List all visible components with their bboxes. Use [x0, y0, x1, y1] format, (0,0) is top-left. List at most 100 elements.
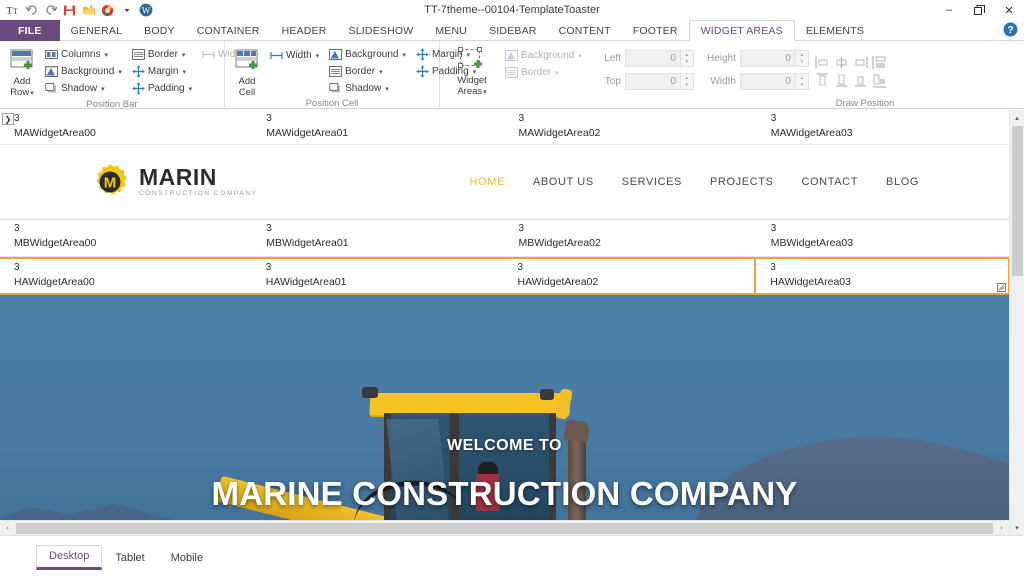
width-spin-down-icon[interactable]: ▾	[796, 82, 808, 90]
margin-caret-icon-bar[interactable]: ▾	[182, 68, 186, 76]
ribbon-tab-container[interactable]: CONTAINER	[186, 20, 271, 41]
top-spin-down-icon[interactable]: ▾	[681, 82, 693, 90]
undo-icon[interactable]	[23, 2, 40, 19]
background-button-bar[interactable]: Background ▾	[42, 63, 125, 80]
nav-item-projects[interactable]: PROJECTS	[710, 176, 773, 188]
border-button-cell[interactable]: Border ▾	[326, 63, 409, 80]
ribbon-tab-slideshow[interactable]: SLIDESHOW	[338, 20, 425, 41]
resize-handle-icon[interactable]	[997, 283, 1006, 292]
background-caret-icon-bar[interactable]: ▾	[118, 68, 122, 76]
device-tab-tablet[interactable]: Tablet	[102, 547, 157, 570]
height-spinner[interactable]: ▴ ▾	[795, 50, 809, 67]
shadow-button-cell[interactable]: Shadow ▾	[326, 80, 409, 97]
columns-button[interactable]: Columns ▾	[42, 46, 125, 63]
width-button-cell[interactable]: Width ▾	[267, 47, 322, 64]
redo-icon[interactable]	[42, 2, 59, 19]
widget-area-hawidgetarea03[interactable]: 3 HAWidgetArea03	[754, 257, 1009, 295]
ribbon-tab-elements[interactable]: ELEMENTS	[795, 20, 875, 41]
wordpress-icon[interactable]: W	[137, 2, 154, 19]
panel-expander-button[interactable]: ❯	[2, 113, 14, 125]
scroll-down-button[interactable]: ▾	[1010, 520, 1024, 535]
top-spin-up-icon[interactable]: ▴	[681, 74, 693, 82]
dropdown-caret-icon[interactable]	[118, 2, 135, 19]
nav-item-contact[interactable]: CONTACT	[801, 176, 858, 188]
background-button-cell[interactable]: Background ▾	[326, 46, 409, 63]
nav-item-blog[interactable]: BLOG	[886, 176, 919, 188]
restore-button[interactable]	[964, 0, 994, 20]
widget-area-hawidgetarea02[interactable]: 3 HAWidgetArea02	[504, 259, 756, 293]
padding-caret-icon-bar[interactable]: ▾	[189, 85, 193, 93]
ribbon-tab-general[interactable]: GENERAL	[60, 20, 134, 41]
scroll-right-button[interactable]: ›	[994, 521, 1009, 536]
border-caret-icon-cell[interactable]: ▾	[379, 68, 383, 76]
widget-area-mbwidgetarea03[interactable]: 3 MBWidgetArea03	[757, 220, 1009, 256]
widget-areas-caret-icon[interactable]: ▾	[483, 89, 487, 96]
border-button-bar[interactable]: Border ▾	[129, 46, 195, 63]
save-icon[interactable]	[61, 2, 78, 19]
add-row-button[interactable]: Add Row▾	[6, 46, 38, 99]
site-header-preview[interactable]: M MARIN CONSTRUCTION COMPANY HOME ABOUT …	[0, 145, 1009, 219]
site-logo[interactable]: M MARIN CONSTRUCTION COMPANY	[90, 162, 258, 202]
padding-button-bar[interactable]: Padding ▾	[129, 80, 195, 97]
height-spin-down-icon[interactable]: ▾	[796, 59, 808, 67]
ribbon-tab-footer[interactable]: FOOTER	[622, 20, 689, 41]
top-spinner[interactable]: ▴ ▾	[680, 73, 694, 90]
nav-item-about-us[interactable]: ABOUT US	[533, 176, 594, 188]
vertical-scroll-thumb[interactable]	[1011, 126, 1023, 276]
widget-areas-button[interactable]: Widget Areas▾	[446, 45, 498, 98]
left-input[interactable]: 0	[624, 50, 681, 67]
scroll-up-button[interactable]: ▴	[1010, 110, 1024, 125]
widget-area-name: MBWidgetArea02	[518, 237, 601, 249]
left-spin-up-icon[interactable]: ▴	[681, 51, 693, 59]
widget-area-mbwidgetarea01[interactable]: 3 MBWidgetArea01	[252, 220, 504, 256]
widget-area-mawidgetarea02[interactable]: 3 MAWidgetArea02	[505, 110, 757, 144]
nav-item-home[interactable]: HOME	[470, 176, 505, 188]
ribbon-tab-widget-areas[interactable]: WIDGET AREAS	[688, 20, 795, 41]
device-tab-desktop[interactable]: Desktop	[36, 545, 103, 570]
text-tool-icon[interactable]: TT	[4, 2, 21, 19]
widget-area-mbwidgetarea02[interactable]: 3 MBWidgetArea02	[505, 220, 757, 256]
hero-slideshow-preview[interactable]: WELCOME TO MARINE CONSTRUCTION COMPANY	[0, 295, 1009, 520]
height-spin-up-icon[interactable]: ▴	[796, 51, 808, 59]
ribbon-tab-file[interactable]: FILE	[0, 20, 60, 41]
left-spin-down-icon[interactable]: ▾	[681, 59, 693, 67]
horizontal-scroll-thumb[interactable]	[16, 522, 993, 534]
width-spin-up-icon[interactable]: ▴	[796, 74, 808, 82]
minimize-button[interactable]: –	[934, 0, 964, 20]
widget-area-mawidgetarea01[interactable]: 3 MAWidgetArea01	[252, 110, 504, 144]
shadow-caret-icon-bar[interactable]: ▾	[101, 85, 105, 93]
ribbon-tab-content[interactable]: CONTENT	[548, 20, 622, 41]
nav-item-services[interactable]: SERVICES	[622, 176, 682, 188]
device-tab-mobile[interactable]: Mobile	[158, 547, 216, 570]
horizontal-scrollbar[interactable]: ‹ ›	[0, 520, 1009, 535]
widget-area-mawidgetarea00[interactable]: 3 MAWidgetArea00	[0, 110, 252, 144]
width-spinner[interactable]: ▴ ▾	[795, 73, 809, 90]
add-row-caret-icon[interactable]: ▾	[30, 90, 34, 97]
help-button[interactable]: ?	[1003, 22, 1018, 42]
ribbon-tab-menu[interactable]: MENU	[424, 20, 478, 41]
ribbon-tab-sidebar[interactable]: SIDEBAR	[478, 20, 548, 41]
open-folder-icon[interactable]	[80, 2, 97, 19]
vertical-scrollbar[interactable]: ▴ ▾	[1009, 110, 1024, 535]
add-cell-button[interactable]: Add Cell	[231, 46, 263, 98]
shadow-caret-icon-cell[interactable]: ▾	[385, 85, 389, 93]
widget-area-hawidgetarea00[interactable]: 3 HAWidgetArea00	[0, 259, 252, 293]
top-input[interactable]: 0	[624, 73, 681, 90]
widget-area-hawidgetarea01[interactable]: 3 HAWidgetArea01	[252, 259, 504, 293]
height-input[interactable]: 0	[739, 50, 796, 67]
margin-button-bar[interactable]: Margin ▾	[129, 63, 195, 80]
width-caret-icon-cell[interactable]: ▾	[316, 52, 320, 60]
scroll-left-button[interactable]: ‹	[0, 521, 15, 536]
browser-preview-icon[interactable]	[99, 2, 116, 19]
widget-area-mbwidgetarea00[interactable]: 3 MBWidgetArea00	[0, 220, 252, 256]
border-caret-icon-bar[interactable]: ▾	[182, 51, 186, 59]
widget-area-mawidgetarea03[interactable]: 3 MAWidgetArea03	[757, 110, 1009, 144]
ribbon-tab-body[interactable]: BODY	[133, 20, 186, 41]
ribbon-tab-header[interactable]: HEADER	[271, 20, 338, 41]
close-button[interactable]: ✕	[994, 0, 1024, 20]
left-spinner[interactable]: ▴ ▾	[680, 50, 694, 67]
background-caret-icon-cell[interactable]: ▾	[402, 51, 406, 59]
width-input[interactable]: 0	[739, 73, 796, 90]
shadow-button-bar[interactable]: Shadow ▾	[42, 80, 125, 97]
columns-caret-icon[interactable]: ▾	[104, 51, 108, 59]
